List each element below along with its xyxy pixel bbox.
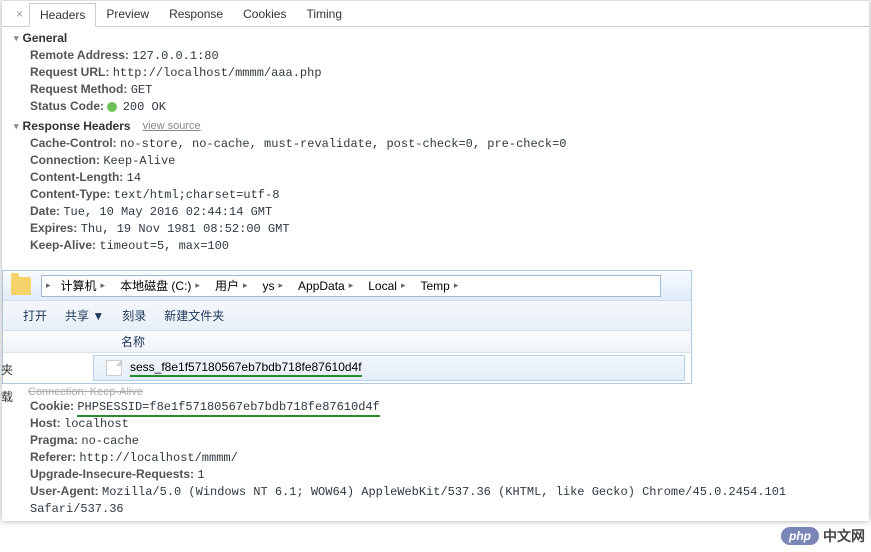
share-button[interactable]: 共享 ▼: [65, 307, 104, 324]
pragma-key: Pragma:: [30, 433, 78, 447]
file-name: sess_f8e1f57180567eb7bdb718fe87610d4f: [130, 360, 362, 377]
uir-key: Upgrade-Insecure-Requests:: [30, 467, 194, 481]
user-agent-key: User-Agent:: [30, 484, 99, 498]
chevron-right-icon[interactable]: ▸: [42, 280, 55, 291]
content-length-value: 14: [127, 171, 141, 185]
file-icon: [106, 360, 122, 376]
devtools-tabs: × Headers Preview Response Cookies Timin…: [2, 1, 869, 27]
response-headers-title[interactable]: Response Headers: [14, 119, 131, 133]
burn-button[interactable]: 刻录: [122, 307, 146, 324]
general-section: General Remote Address: 127.0.0.1:80 Req…: [14, 31, 861, 115]
date-key: Date:: [30, 204, 60, 218]
response-headers-section: Response Headers view source Cache-Contr…: [14, 119, 861, 254]
watermark-text: 中文网: [823, 526, 865, 546]
cache-control-key: Cache-Control:: [30, 136, 117, 150]
watermark: php 中文网: [781, 526, 865, 546]
explorer-addressbar: ▸ 计算机▸ 本地磁盘 (C:)▸ 用户▸ ys▸ AppData▸ Local…: [3, 271, 691, 301]
expires-value: Thu, 19 Nov 1981 08:52:00 GMT: [81, 222, 290, 236]
tab-headers[interactable]: Headers: [29, 3, 96, 27]
tab-timing[interactable]: Timing: [296, 3, 352, 26]
explorer-toolbar: 打开 共享 ▼ 刻录 新建文件夹: [3, 301, 691, 331]
connection-strike: Connection: Keep-Alive: [14, 386, 861, 398]
windows-explorer: ▸ 计算机▸ 本地磁盘 (C:)▸ 用户▸ ys▸ AppData▸ Local…: [2, 270, 692, 384]
request-headers-section: Connection: Keep-Alive Cookie: PHPSESSID…: [2, 384, 869, 521]
tab-response[interactable]: Response: [159, 3, 233, 26]
request-method-key: Request Method:: [30, 82, 127, 96]
request-url-value: http://localhost/mmmm/aaa.php: [113, 66, 322, 80]
folder-icon[interactable]: [11, 277, 31, 295]
user-agent-value: Mozilla/5.0 (Windows NT 6.1; WOW64) Appl…: [30, 485, 786, 516]
new-folder-button[interactable]: 新建文件夹: [164, 307, 224, 324]
headers-panel: General Remote Address: 127.0.0.1:80 Req…: [2, 27, 869, 262]
referer-value: http://localhost/mmmm/: [79, 451, 237, 465]
content-length-key: Content-Length:: [30, 170, 123, 184]
file-list: 名称 sess_f8e1f57180567eb7bdb718fe87610d4f: [3, 331, 691, 381]
tab-preview[interactable]: Preview: [96, 3, 159, 26]
expires-key: Expires:: [30, 221, 77, 235]
connection-key: Connection:: [30, 153, 100, 167]
path-segment[interactable]: Local▸: [362, 276, 414, 296]
request-url-key: Request URL:: [30, 65, 109, 79]
cookie-key: Cookie:: [30, 399, 74, 413]
view-source-link[interactable]: view source: [143, 120, 201, 132]
content-type-key: Content-Type:: [30, 187, 110, 201]
path-segment[interactable]: Temp▸: [414, 276, 467, 296]
path-segment[interactable]: AppData▸: [292, 276, 362, 296]
tab-cookies[interactable]: Cookies: [233, 3, 296, 26]
side-text-1: 夹: [1, 361, 13, 378]
general-title[interactable]: General: [14, 31, 67, 45]
side-text-2: 载: [1, 388, 13, 405]
date-value: Tue, 10 May 2016 02:44:14 GMT: [63, 205, 272, 219]
status-code-key: Status Code:: [30, 99, 104, 113]
content-type-value: text/html;charset=utf-8: [114, 188, 280, 202]
path-segment[interactable]: 用户▸: [209, 276, 257, 296]
path-segment[interactable]: 计算机▸: [55, 276, 115, 296]
uir-value: 1: [197, 468, 204, 482]
path-segment[interactable]: 本地磁盘 (C:)▸: [114, 276, 209, 296]
host-key: Host:: [30, 416, 61, 430]
keep-alive-key: Keep-Alive:: [30, 238, 96, 252]
host-value: localhost: [64, 417, 129, 431]
connection-value: Keep-Alive: [103, 154, 175, 168]
status-code-value: 200 OK: [123, 100, 166, 114]
remote-address-key: Remote Address:: [30, 48, 129, 62]
referer-key: Referer:: [30, 450, 76, 464]
file-row[interactable]: sess_f8e1f57180567eb7bdb718fe87610d4f: [93, 355, 685, 381]
cache-control-value: no-store, no-cache, must-revalidate, pos…: [120, 137, 566, 151]
close-icon[interactable]: ×: [10, 3, 29, 26]
open-button[interactable]: 打开: [23, 307, 47, 324]
keep-alive-value: timeout=5, max=100: [99, 239, 229, 253]
remote-address-value: 127.0.0.1:80: [132, 49, 218, 63]
path-bar[interactable]: ▸ 计算机▸ 本地磁盘 (C:)▸ 用户▸ ys▸ AppData▸ Local…: [41, 275, 661, 297]
status-dot-icon: [107, 102, 117, 112]
column-name-header[interactable]: 名称: [83, 333, 145, 350]
pragma-value: no-cache: [81, 434, 139, 448]
request-method-value: GET: [131, 83, 153, 97]
path-segment[interactable]: ys▸: [256, 276, 292, 296]
php-badge: php: [781, 527, 819, 545]
